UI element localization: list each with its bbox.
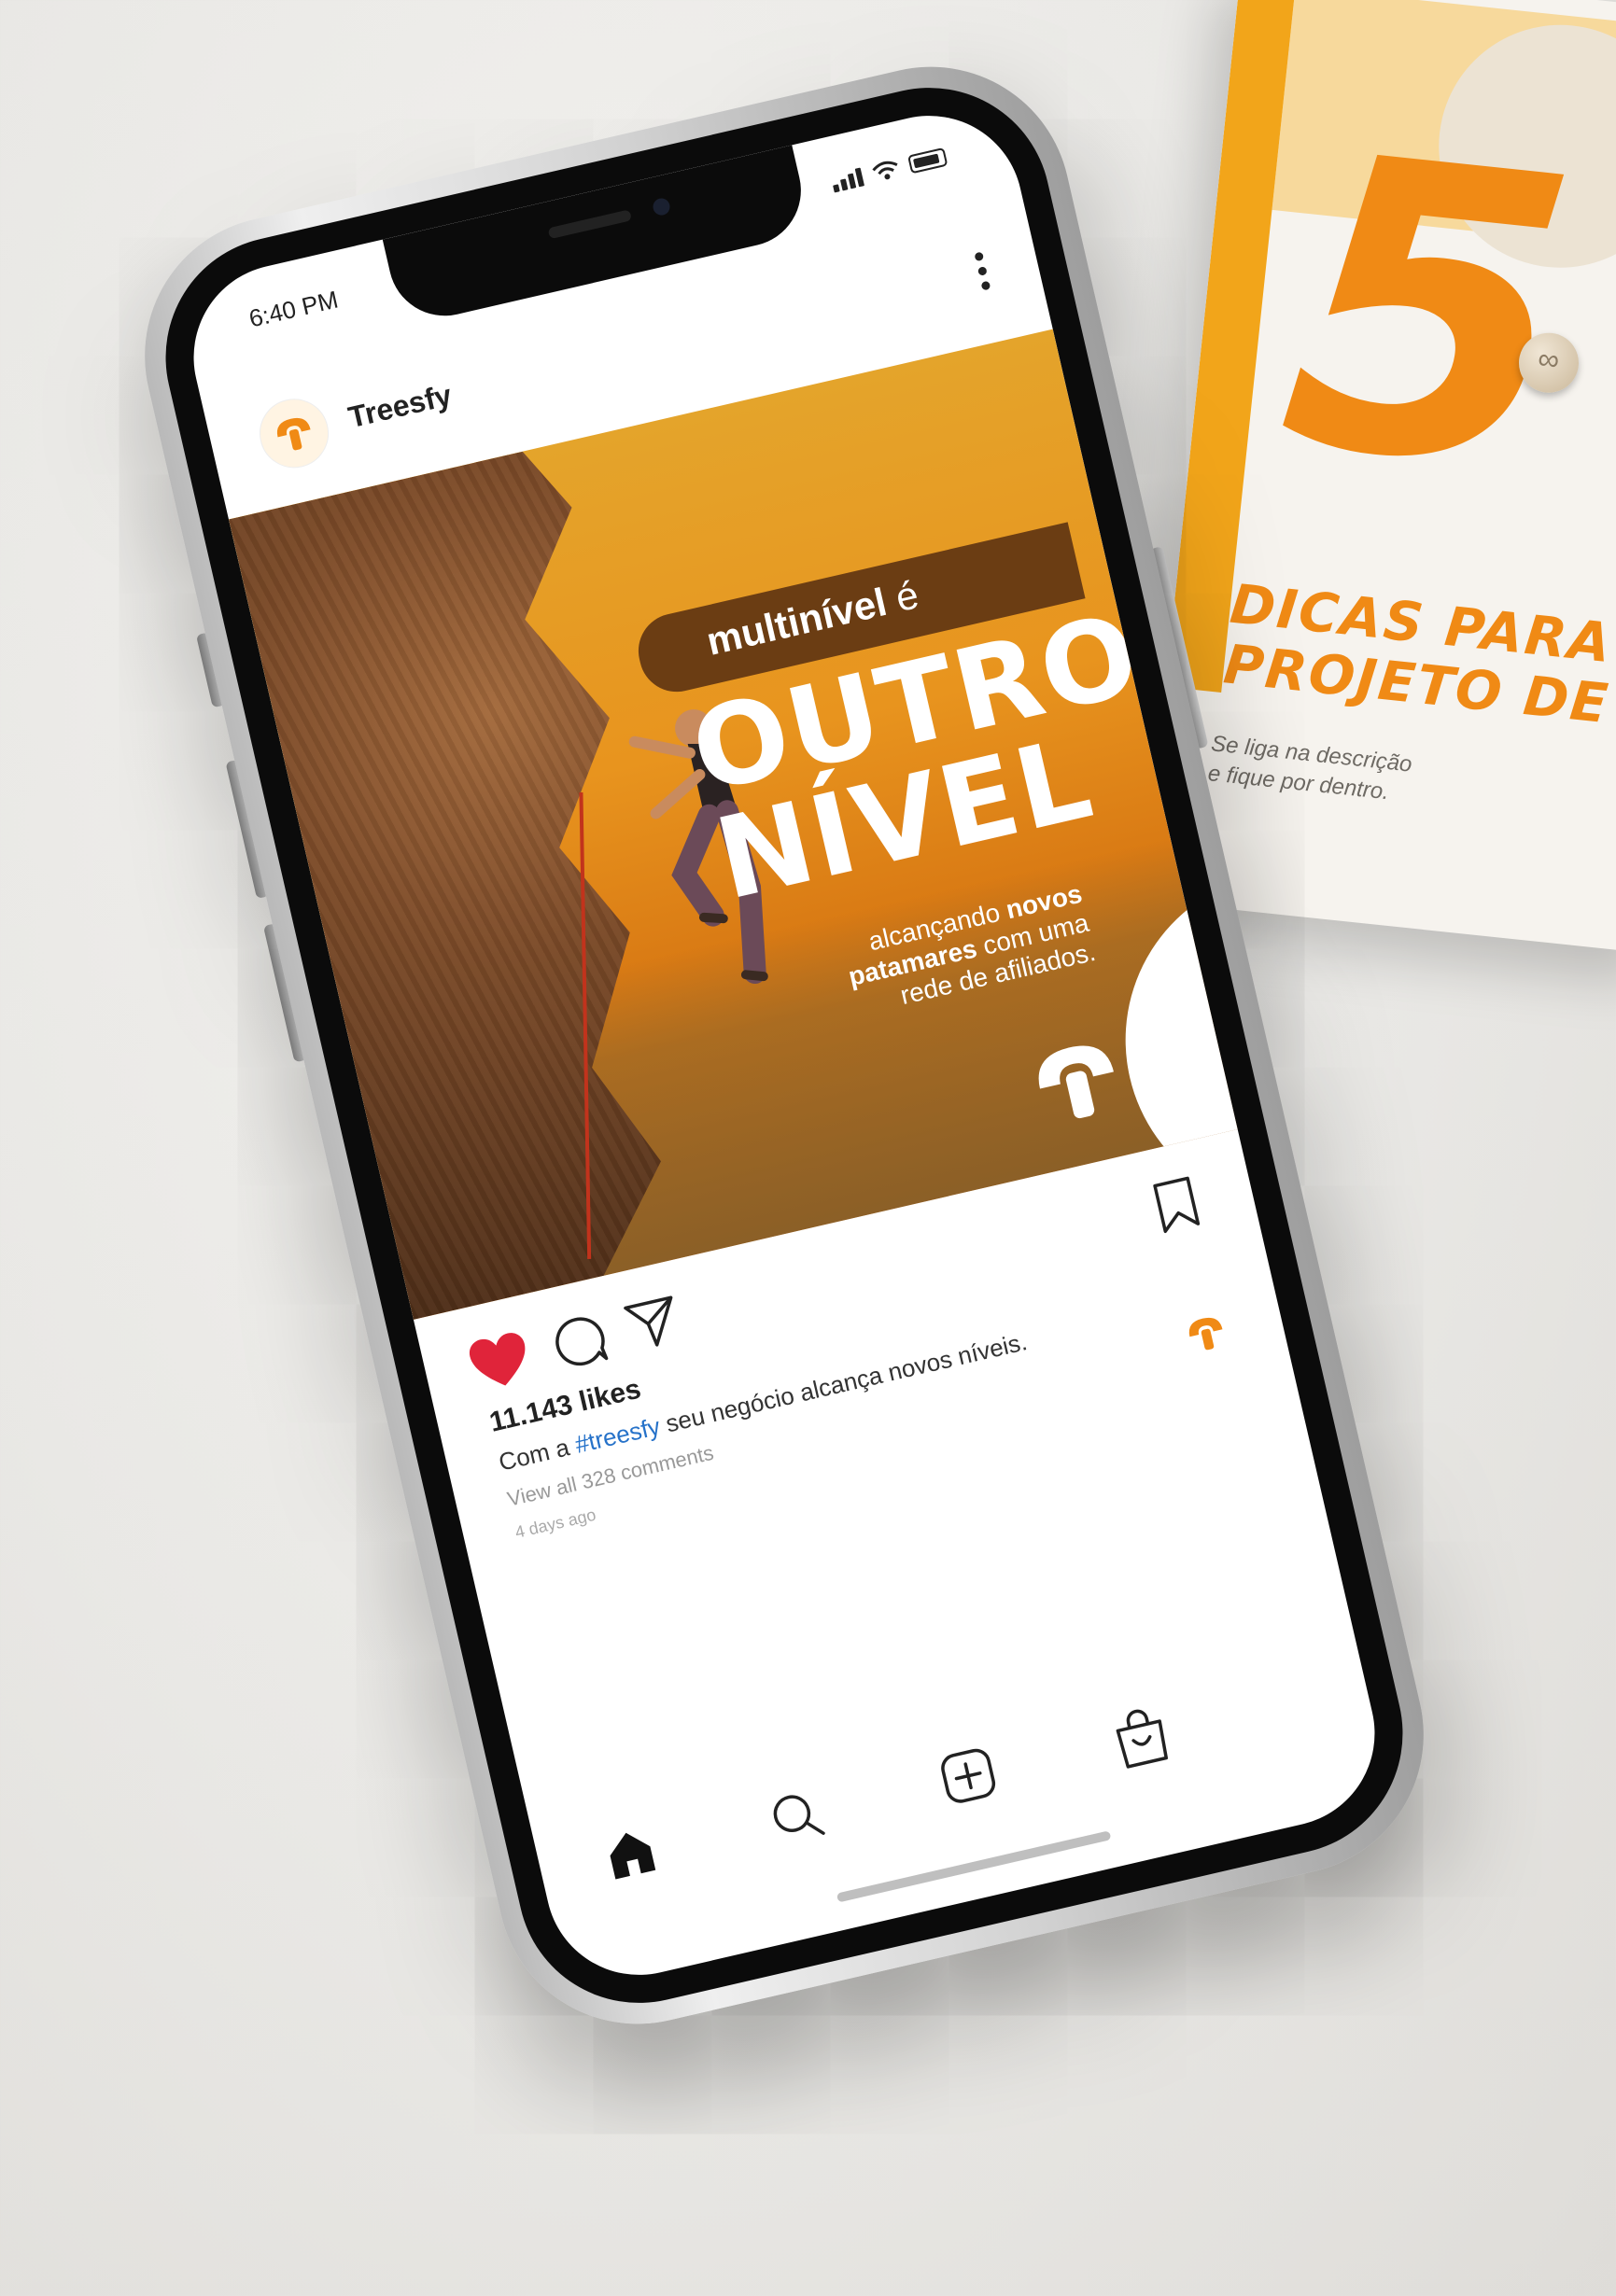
card-big-number: 5 <box>1266 68 1594 563</box>
caption-prefix: Com a <box>496 1431 579 1477</box>
bookmark-icon[interactable] <box>1150 1174 1202 1236</box>
treesfy-logo-icon <box>1188 1317 1223 1351</box>
more-vertical-icon[interactable] <box>967 245 998 303</box>
caption-hashtag[interactable]: #treesfy <box>572 1412 663 1459</box>
status-icons <box>829 143 949 194</box>
add-post-icon[interactable] <box>935 1743 1001 1809</box>
heart-icon[interactable] <box>465 1328 535 1394</box>
comment-icon[interactable] <box>548 1310 611 1373</box>
share-icon[interactable] <box>621 1291 685 1354</box>
shop-icon[interactable] <box>1108 1703 1173 1771</box>
treesfy-logo-icon <box>276 417 311 451</box>
post-username[interactable]: Treesfy <box>345 378 456 435</box>
post-timestamp: 4 days ago <box>513 1505 598 1542</box>
wifi-icon <box>872 161 898 179</box>
home-icon[interactable] <box>599 1822 662 1884</box>
battery-icon <box>906 147 949 175</box>
search-icon[interactable] <box>763 1783 830 1850</box>
bottom-tab-bar <box>531 1640 1379 1930</box>
speaker-grille <box>547 209 632 240</box>
status-time: 6:40 PM <box>246 285 342 333</box>
signal-icon <box>830 165 865 193</box>
card-subtitle: Se liga na descrição e fique por dentro. <box>1206 729 1491 818</box>
avatar[interactable] <box>252 391 336 475</box>
front-camera <box>651 196 672 217</box>
